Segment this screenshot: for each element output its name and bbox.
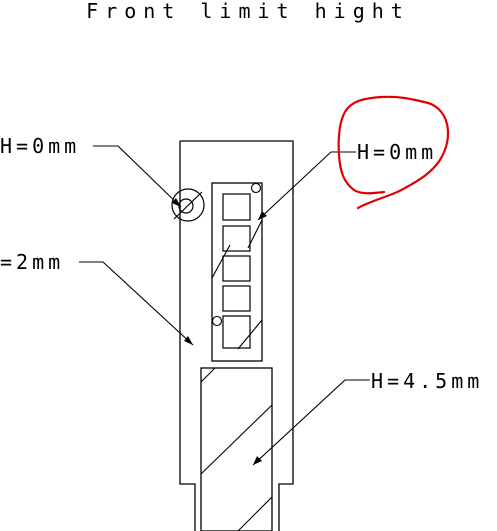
- pin-slot: [222, 225, 251, 252]
- label-right-bottom: H=4.5mm: [371, 369, 483, 393]
- label-left-top: H=0mm: [0, 134, 80, 158]
- drawing-canvas: Front limit hight H=0mm =2mm H=0mm H=4.5…: [0, 0, 497, 531]
- connector-block: [211, 182, 263, 362]
- leader-right-top: [257, 151, 356, 221]
- lower-contact-block: [200, 367, 273, 531]
- label-left-mid: =2mm: [0, 250, 64, 274]
- leader-right-bottom: [252, 379, 370, 466]
- pin-slot: [222, 315, 251, 349]
- housing-outline: [179, 140, 294, 531]
- cad-drawing: Front limit hight H=0mm =2mm H=0mm H=4.5…: [0, 0, 483, 531]
- pin-slot: [222, 193, 251, 221]
- leader-left-top: [93, 145, 182, 208]
- drawing-title: Front limit hight: [86, 0, 410, 23]
- label-right-top: H=0mm: [357, 140, 437, 164]
- leader-left-mid: [79, 261, 194, 346]
- pin-slot: [222, 285, 251, 312]
- pin-slot: [222, 255, 251, 282]
